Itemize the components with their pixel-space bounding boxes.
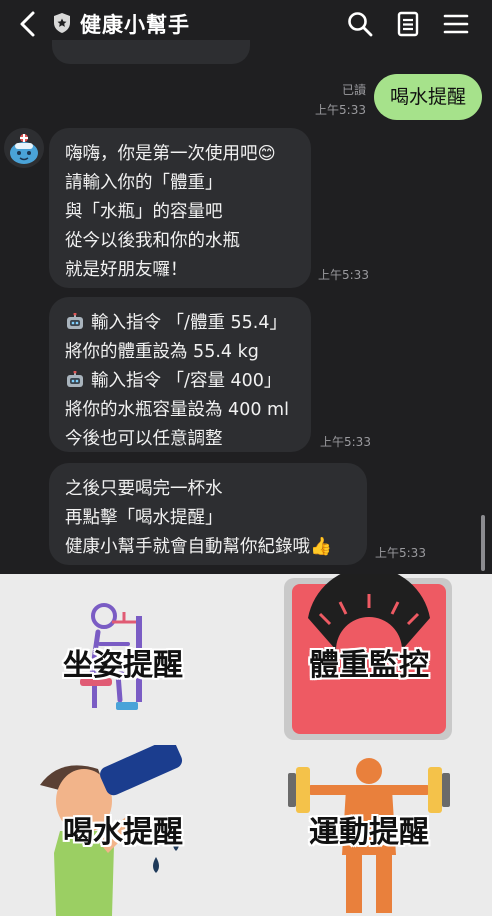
note-icon[interactable] <box>394 10 422 38</box>
rich-menu-posture-button[interactable]: 坐姿提醒 <box>0 574 246 745</box>
chevron-left-icon[interactable] <box>14 8 42 40</box>
menu-icon[interactable] <box>442 10 470 38</box>
incoming-message-bubble[interactable]: 輸入指令 「/體重 55.4」 將你的體重設為 55.4 kg 輸入指令 「/容… <box>49 297 311 452</box>
message-line: 就是好朋友囉！ <box>65 260 188 280</box>
search-icon[interactable] <box>346 10 374 38</box>
outgoing-meta: 已讀 上午5:33 <box>315 80 366 120</box>
message-line-with-icon: 輸入指令 「/容量 400」 <box>65 367 311 396</box>
incoming-message-bubble[interactable]: 之後只要喝完一杯水 再點擊「喝水提醒」 健康小幫手就會自動幫你紀錄哦👍 <box>49 463 367 565</box>
shield-icon <box>54 13 70 33</box>
read-receipt: 已讀 <box>341 83 366 97</box>
chat-title: 健康小幫手 <box>80 13 190 37</box>
message-line: 將你的水瓶容量設為 400 ml <box>65 400 289 420</box>
message-line: 從今以後我和你的水瓶 <box>65 231 240 251</box>
rich-menu: 坐姿提醒 體重監控 喝水提醒 運動提醒 <box>0 574 492 916</box>
scrollbar[interactable] <box>481 515 485 571</box>
message-line: 今後也可以任意調整 <box>65 429 223 449</box>
previous-message-bubble <box>52 40 250 64</box>
message-time: 上午5:33 <box>318 268 369 282</box>
rich-menu-exercise-button[interactable]: 運動提醒 <box>246 745 492 916</box>
message-line-with-icon: 輸入指令 「/體重 55.4」 <box>65 309 311 338</box>
message-time: 上午5:33 <box>320 435 371 449</box>
rich-menu-weight-button[interactable]: 體重監控 <box>246 574 492 745</box>
rich-menu-label: 坐姿提醒 <box>63 648 183 683</box>
message-line: 將你的體重設為 55.4 kg <box>65 342 259 362</box>
rich-menu-label: 運動提醒 <box>309 815 429 850</box>
message-line: 輸入指令 「/體重 55.4」 <box>91 313 287 333</box>
message-line: 健康小幫手就會自動幫你紀錄哦👍 <box>65 537 332 557</box>
message-time: 上午5:33 <box>315 103 366 117</box>
incoming-message-bubble[interactable]: 嗨嗨，你是第一次使用吧😊 請輸入你的「體重」 與「水瓶」的容量吧 從今以後我和你… <box>49 128 311 288</box>
rich-menu-label: 喝水提醒 <box>63 815 183 850</box>
robot-icon <box>67 371 83 387</box>
robot-icon <box>67 313 83 329</box>
bot-avatar[interactable] <box>4 128 44 168</box>
outgoing-message-bubble[interactable]: 喝水提醒 <box>374 74 482 120</box>
message-line: 與「水瓶」的容量吧 <box>65 202 223 222</box>
message-line: 之後只要喝完一杯水 <box>65 479 223 499</box>
message-line: 輸入指令 「/容量 400」 <box>91 371 282 391</box>
message-line: 嗨嗨，你是第一次使用吧😊 <box>65 144 276 164</box>
message-line: 請輸入你的「體重」 <box>65 173 223 193</box>
rich-menu-water-button[interactable]: 喝水提醒 <box>0 745 246 916</box>
message-line: 再點擊「喝水提醒」 <box>65 508 223 528</box>
message-time: 上午5:33 <box>375 546 426 560</box>
rich-menu-label: 體重監控 <box>309 648 429 683</box>
